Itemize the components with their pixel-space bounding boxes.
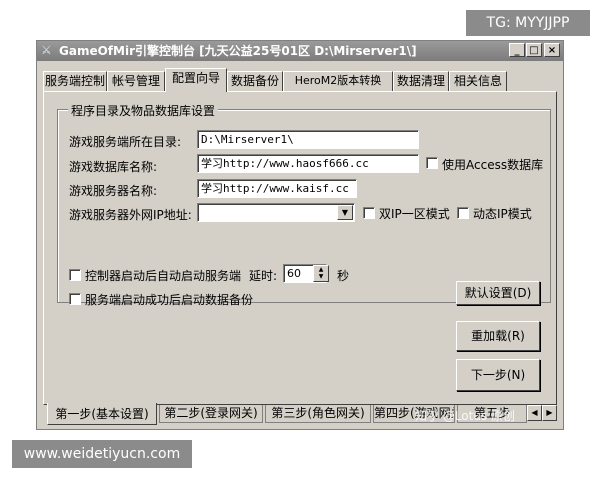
tab-step-2[interactable]: 第二步(登录网关) <box>159 405 263 423</box>
db-name-label: 游戏数据库名称: <box>69 160 158 174</box>
spin-up-icon[interactable]: ▲ <box>314 266 328 273</box>
zhihu-watermark: 知乎 @Lotus 原创 <box>415 409 516 423</box>
auto-backup-label: 服务端启动成功后启动数据备份 <box>85 293 254 307</box>
dual-ip-checkbox[interactable] <box>363 207 375 219</box>
group-title: 程序目录及物品数据库设置 <box>68 102 219 119</box>
minimize-button[interactable]: _ <box>509 43 525 57</box>
tab-herom2-convert[interactable]: HeroM2版本转换 <box>283 71 393 91</box>
close-button[interactable]: × <box>544 43 560 57</box>
dynamic-ip-checkbox[interactable] <box>457 207 469 219</box>
website-overlay-label: www.weidetiyucn.com <box>12 440 192 468</box>
title-bar[interactable]: ⚔ GameOfMir引擎控制台 [九天公益25号01区 D:\Mirserve… <box>37 41 563 61</box>
spin-down-icon[interactable]: ▼ <box>314 273 328 280</box>
control-console-window: ⚔ GameOfMir引擎控制台 [九天公益25号01区 D:\Mirserve… <box>36 40 564 430</box>
telegram-overlay-label: TG: MYYJJPP <box>466 10 590 36</box>
server-dir-input[interactable]: D:\Mirserver1\ <box>197 130 419 149</box>
dynamic-ip-label: 动态IP模式 <box>473 207 532 221</box>
chevron-right-icon[interactable]: ▶ <box>542 405 557 421</box>
tab-step-3[interactable]: 第三步(角色网关) <box>265 405 371 423</box>
auto-start-checkbox[interactable] <box>69 269 81 281</box>
external-ip-label: 游戏服务器外网IP地址: <box>69 208 192 222</box>
tab-step-1[interactable]: 第一步(基本设置) <box>47 403 157 425</box>
external-ip-combo[interactable] <box>197 203 355 222</box>
delay-label: 延时: <box>249 269 278 283</box>
dual-ip-label: 双IP一区模式 <box>379 207 450 221</box>
server-dir-label: 游戏服务端所在目录: <box>69 135 182 149</box>
next-step-button[interactable]: 下一步(N) <box>456 359 540 391</box>
tab-account-manage[interactable]: 帐号管理 <box>107 71 165 91</box>
app-icon: ⚔ <box>41 43 52 57</box>
tab-related-info[interactable]: 相关信息 <box>449 71 507 91</box>
server-name-input[interactable]: 学习http://www.kaisf.cc <box>197 179 357 198</box>
tab-scroll-arrows: ◀ ▶ <box>527 405 557 421</box>
default-settings-button[interactable]: 默认设置(D) <box>456 281 540 305</box>
window-title: GameOfMir引擎控制台 [九天公益25号01区 D:\Mirserver1… <box>59 44 417 58</box>
tab-data-backup[interactable]: 数据备份 <box>227 71 283 91</box>
delay-spinner[interactable]: ▲ ▼ <box>313 265 329 282</box>
tab-data-cleanup[interactable]: 数据清理 <box>393 71 449 91</box>
auto-backup-checkbox[interactable] <box>69 293 81 305</box>
server-name-label: 游戏服务器名称: <box>69 184 158 198</box>
delay-unit: 秒 <box>337 269 350 283</box>
db-name-input[interactable]: 学习http://www.haosf666.cc <box>197 154 419 173</box>
reload-button[interactable]: 重加载(R) <box>456 321 540 351</box>
tab-config-wizard[interactable]: 配置向导 <box>165 68 227 92</box>
use-access-label: 使用Access数据库 <box>442 158 544 172</box>
chevron-left-icon[interactable]: ◀ <box>527 405 542 421</box>
chevron-down-icon[interactable]: ▼ <box>337 205 353 220</box>
auto-start-label: 控制器启动后自动启动服务端 <box>85 269 242 283</box>
tab-server-control[interactable]: 服务端控制 <box>43 71 107 91</box>
maximize-button[interactable]: □ <box>526 43 542 57</box>
use-access-checkbox[interactable] <box>426 157 438 169</box>
